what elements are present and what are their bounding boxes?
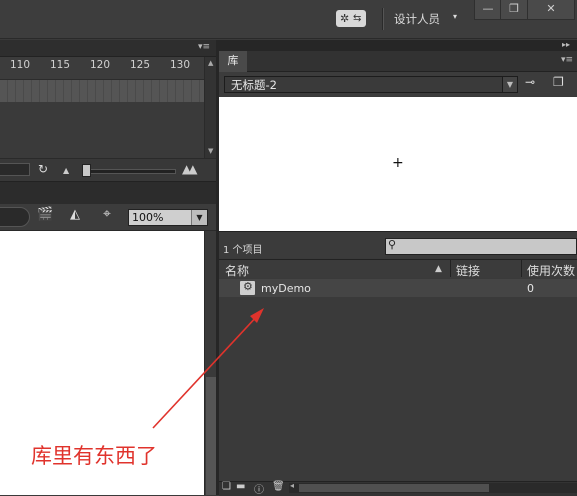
- annotation-text: 库里有东西了: [31, 444, 157, 468]
- annotation-arrow: [152, 308, 264, 429]
